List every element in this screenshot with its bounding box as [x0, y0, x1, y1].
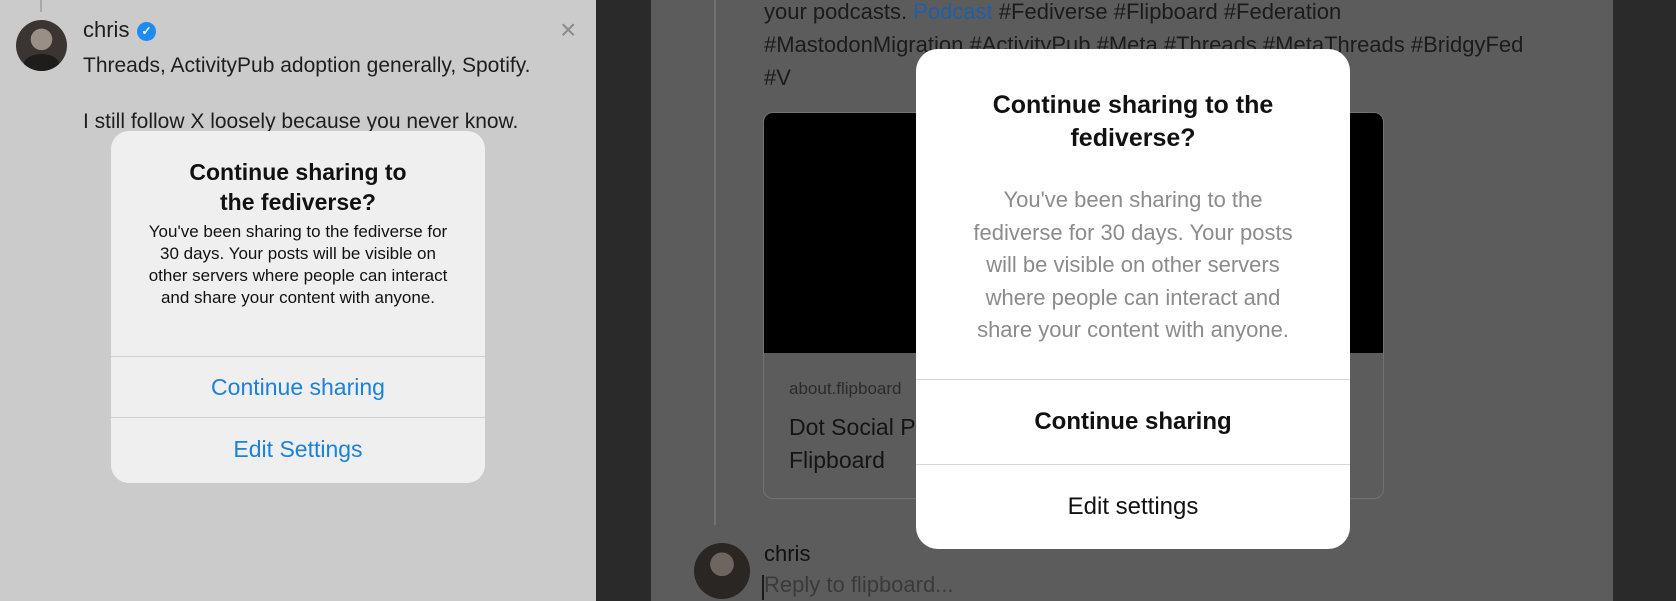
continue-sharing-button[interactable]: Continue sharing [916, 380, 1350, 464]
avatar[interactable] [694, 543, 750, 599]
username[interactable]: chris [83, 17, 129, 43]
reply-input[interactable]: Reply to flipboard... [762, 572, 954, 600]
thread-line [714, 0, 716, 525]
avatar[interactable] [16, 20, 67, 71]
divider [111, 417, 485, 418]
edit-settings-button[interactable]: Edit settings [916, 465, 1350, 549]
left-panel: chris ✓ × Threads, ActivityPub adoption … [0, 0, 596, 601]
close-icon[interactable]: × [560, 16, 576, 44]
podcast-link[interactable]: Podcast [913, 0, 993, 24]
fediverse-dialog: Continue sharing to the fediverse? You'v… [111, 131, 485, 483]
reply-username: chris [764, 541, 811, 566]
post-text: Threads, ActivityPub adoption generally,… [83, 52, 583, 136]
post-line: Threads, ActivityPub adoption generally,… [83, 54, 531, 77]
right-panel: your podcasts. Podcast #Fediverse #Flipb… [596, 0, 1676, 601]
verified-badge-icon: ✓ [137, 22, 156, 41]
dialog-title: Continue sharing to the fediverse? [189, 159, 407, 215]
dialog-body: You've been sharing to the fediverse for… [148, 222, 448, 307]
thread-line [40, 0, 42, 12]
continue-sharing-button[interactable]: Continue sharing [111, 357, 485, 417]
edit-settings-button[interactable]: Edit Settings [111, 419, 485, 479]
post-text-start: your podcasts. [764, 0, 914, 24]
dialog-title: Continue sharing to the fediverse? [992, 91, 1274, 152]
fediverse-dialog: Continue sharing to the fediverse? You'v… [916, 49, 1350, 549]
dialog-body: You've been sharing to the fediverse for… [973, 187, 1293, 342]
card-domain: about.flipboard [789, 379, 902, 398]
